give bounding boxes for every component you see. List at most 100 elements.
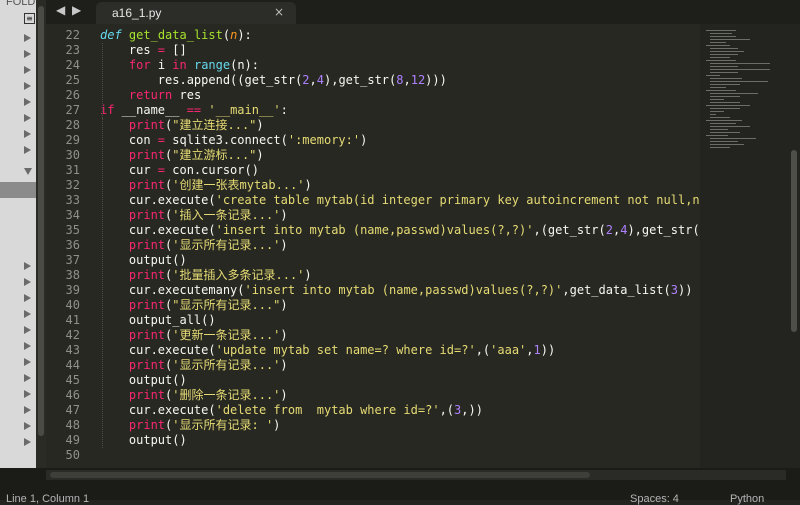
code-line[interactable]: cur.execute('create table mytab(id integ… (100, 193, 700, 208)
code-line[interactable]: for i in range(n): (100, 58, 259, 73)
code-line[interactable]: cur = con.cursor() (100, 163, 259, 178)
code-line[interactable]: cur.execute('insert into mytab (name,pas… (100, 223, 700, 238)
code-token: con.cursor() (165, 163, 259, 177)
minimap-line (710, 39, 750, 40)
code-token (100, 238, 129, 252)
code-line[interactable]: def get_data_list(n): (100, 28, 252, 43)
code-line[interactable]: con = sqlite3.connect(':memory:') (100, 133, 367, 148)
line-number: 46 (46, 388, 80, 403)
expand-triangle-icon[interactable] (24, 294, 31, 302)
expand-triangle-icon[interactable] (24, 278, 31, 286)
line-number: 42 (46, 328, 80, 343)
sidebar: FOLD ≡ (0, 0, 36, 492)
expand-triangle-icon[interactable] (24, 262, 31, 270)
indent-setting[interactable]: Spaces: 4 (630, 493, 679, 505)
code-line[interactable]: print('显示所有记录...') (100, 238, 288, 253)
cursor-position: Line 1, Column 1 (6, 493, 89, 505)
code-line[interactable]: print("建立游标...") (100, 148, 264, 163)
horizontal-scroll-thumb[interactable] (50, 472, 590, 478)
code-line[interactable]: res.append((get_str(2,4),get_str(8,12))) (100, 73, 447, 88)
line-number: 23 (46, 43, 80, 58)
close-tab-icon[interactable]: × (274, 5, 284, 19)
horizontal-scrollbar[interactable] (46, 470, 786, 480)
expand-triangle-icon[interactable] (24, 374, 31, 382)
code-line[interactable]: output_all() (100, 313, 216, 328)
code-line[interactable]: print('显示所有记录...') (100, 358, 288, 373)
code-token: '显示所有记录: ' (172, 418, 273, 432)
code-line[interactable]: output() (100, 253, 187, 268)
line-number: 38 (46, 268, 80, 283)
code-line[interactable]: print('创建一张表mytab...') (100, 178, 312, 193)
line-number: 26 (46, 88, 80, 103)
minimap[interactable] (700, 24, 788, 468)
expand-triangle-icon[interactable] (24, 130, 31, 138)
selected-file-row[interactable] (0, 182, 36, 198)
code-line[interactable]: if __name__ == '__main__': (100, 103, 288, 118)
code-token: sqlite3.connect( (165, 133, 288, 147)
expand-triangle-icon[interactable] (24, 422, 31, 430)
expand-triangle-icon[interactable] (24, 82, 31, 90)
tab-forward-arrow-icon[interactable]: ▶ (72, 3, 81, 17)
expand-triangle-icon[interactable] (24, 342, 31, 350)
code-line[interactable]: return res (100, 88, 201, 103)
code-line[interactable]: res = [] (100, 43, 187, 58)
code-line[interactable]: output() (100, 373, 187, 388)
code-line[interactable]: cur.execute('update mytab set name=? whe… (100, 343, 555, 358)
code-token: == (187, 103, 201, 117)
code-token: 3 (671, 283, 678, 297)
expand-triangle-icon[interactable] (24, 438, 31, 446)
collapse-triangle-icon[interactable] (24, 168, 32, 175)
expand-triangle-icon[interactable] (24, 146, 31, 154)
expand-triangle-icon[interactable] (24, 98, 31, 106)
code-token: print (129, 328, 165, 342)
expand-triangle-icon[interactable] (24, 390, 31, 398)
minimap-line (710, 69, 770, 70)
code-line[interactable]: print('删除一条记录...') (100, 388, 288, 403)
line-number: 39 (46, 283, 80, 298)
code-token: ) (280, 388, 287, 402)
code-token: )) (541, 343, 555, 357)
expand-triangle-icon[interactable] (24, 34, 31, 42)
code-token: cur.executemany( (100, 283, 245, 297)
tab-bar: ◀ ▶ a16_1.py × (46, 0, 800, 24)
sidebar-scroll-thumb[interactable] (38, 6, 44, 436)
folder-root-icon[interactable]: ≡ (24, 13, 35, 24)
minimap-line (710, 81, 768, 82)
code-token: cur.execute( (100, 193, 216, 207)
tab-back-arrow-icon[interactable]: ◀ (56, 3, 65, 17)
code-token (100, 388, 129, 402)
editor-scroll-thumb[interactable] (791, 150, 797, 332)
code-line[interactable]: print('显示所有记录: ') (100, 418, 280, 433)
code-line[interactable]: output() (100, 433, 187, 448)
expand-triangle-icon[interactable] (24, 406, 31, 414)
minimap-line (710, 144, 744, 145)
code-token: 'create table mytab(id integer primary k… (216, 193, 700, 207)
code-editor[interactable]: 2223242526272829303132333435363738394041… (46, 24, 700, 468)
code-token: , (310, 73, 317, 87)
expand-triangle-icon[interactable] (24, 114, 31, 122)
code-line[interactable]: print("显示所有记录...") (100, 298, 288, 313)
line-number: 50 (46, 448, 80, 463)
code-line[interactable]: print('插入一条记录...') (100, 208, 288, 223)
folders-label: FOLD (6, 0, 35, 8)
editor-scrollbar[interactable] (788, 24, 800, 468)
code-line[interactable]: print('批量插入多条记录...') (100, 268, 312, 283)
code-token (100, 118, 129, 132)
expand-triangle-icon[interactable] (24, 310, 31, 318)
code-line[interactable]: cur.executemany('insert into mytab (name… (100, 283, 692, 298)
line-number-gutter: 2223242526272829303132333435363738394041… (46, 24, 86, 468)
minimap-line (710, 99, 724, 100)
tab-file[interactable]: a16_1.py × (96, 2, 296, 24)
code-token (100, 208, 129, 222)
code-token: ) (305, 178, 312, 192)
syntax-mode[interactable]: Python (730, 493, 764, 505)
code-line[interactable]: print("建立连接...") (100, 118, 264, 133)
expand-triangle-icon[interactable] (24, 66, 31, 74)
expand-triangle-icon[interactable] (24, 326, 31, 334)
expand-triangle-icon[interactable] (24, 358, 31, 366)
expand-triangle-icon[interactable] (24, 50, 31, 58)
code-line[interactable]: print('更新一条记录...') (100, 328, 288, 343)
code-token: 4 (317, 73, 324, 87)
code-token: '更新一条记录...' (172, 328, 280, 342)
code-line[interactable]: cur.execute('delete from mytab where id=… (100, 403, 483, 418)
